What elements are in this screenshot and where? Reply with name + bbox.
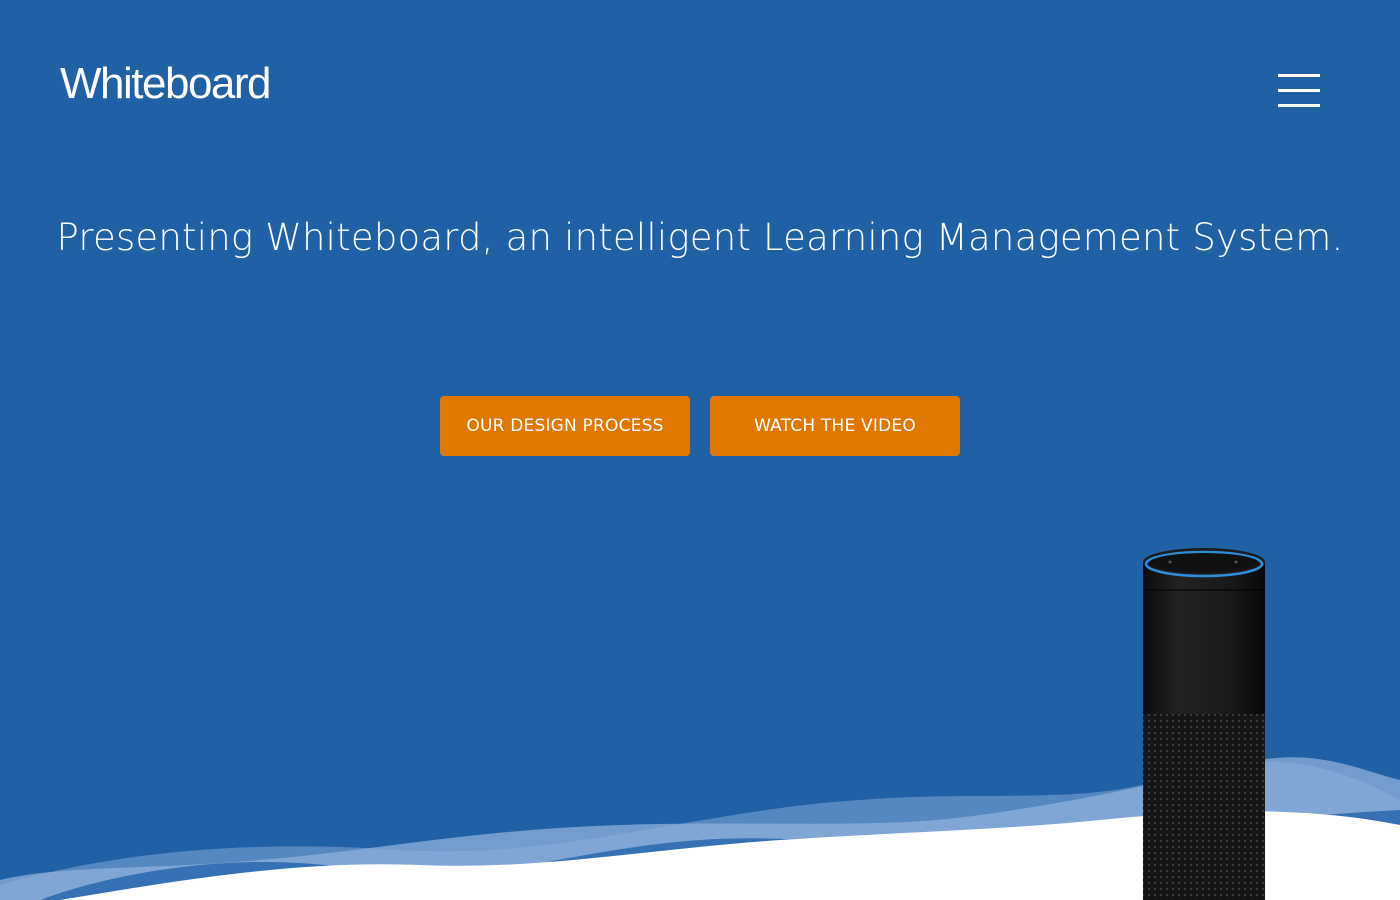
hamburger-menu-icon[interactable] (1278, 74, 1320, 108)
speaker-button-left (1168, 560, 1172, 564)
menu-bar-top (1278, 74, 1320, 77)
smart-speaker-image (1143, 548, 1265, 900)
speaker-button-right (1234, 560, 1238, 564)
menu-bar-bottom (1278, 104, 1320, 107)
speaker-grille (1143, 714, 1265, 900)
hero-section: Whiteboard Presenting Whiteboard, an int… (0, 0, 1400, 900)
hero-headline: Presenting Whiteboard, an intelligent Le… (56, 216, 1344, 259)
logo[interactable]: Whiteboard (60, 58, 272, 110)
menu-bar-middle (1278, 89, 1320, 92)
speaker-top-surface (1149, 553, 1259, 573)
watch-video-button[interactable]: WATCH THE VIDEO (710, 396, 960, 456)
speaker-seam (1143, 589, 1265, 591)
design-process-button[interactable]: OUR DESIGN PROCESS (440, 396, 690, 456)
